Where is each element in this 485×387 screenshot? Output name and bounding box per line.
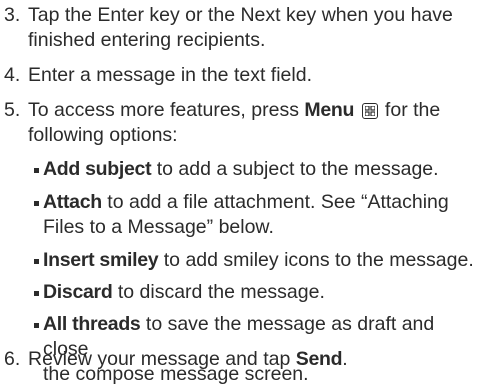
bullet-icon (34, 201, 39, 206)
step-number: 6. (4, 348, 21, 370)
list-item: Add subject to add a subject to the mess… (34, 157, 479, 182)
list-item: Attach to add a file attachment. See “At… (34, 190, 479, 240)
option-label: Discard (43, 281, 113, 303)
option-label: Add subject (43, 158, 152, 180)
step-5: 5. To access more features, press Menu f… (4, 98, 479, 148)
bullet-icon (34, 323, 39, 328)
step-4: 4. Enter a message in the text field. (4, 63, 479, 88)
step-text-line: Tap the Enter key or the Next key when y… (28, 4, 453, 26)
step-text-line: Review your message and tap Send. (28, 347, 479, 372)
step-3: 3. Tap the Enter key or the Next key whe… (4, 3, 479, 53)
step-text: Review your message and tap (28, 348, 296, 370)
step-text-line: Enter a message in the text field. (28, 64, 312, 86)
step-text: To access more features, press (28, 99, 305, 121)
bullet-icon (34, 259, 39, 264)
option-desc: to add a file attachment. See “Attaching (101, 191, 449, 213)
option-desc: to discard the message. (112, 281, 325, 303)
bullet-icon (34, 291, 39, 296)
option-desc-line: Files to a Message” below. (43, 216, 274, 238)
option-desc: to add a subject to the message. (151, 158, 439, 180)
step-number: 4. (4, 64, 21, 86)
menu-key-icon (361, 103, 378, 119)
list-item: Discard to discard the message. (34, 280, 479, 305)
list-item: Insert smiley to add smiley icons to the… (34, 248, 479, 273)
option-label: Insert smiley (43, 249, 159, 271)
menu-label: Menu (304, 99, 355, 121)
option-label: All threads (43, 313, 141, 335)
bullet-icon (34, 168, 39, 173)
option-desc: to add smiley icons to the message. (158, 249, 474, 271)
step-text-line: finished entering recipients. (28, 29, 266, 51)
step-number: 3. (4, 4, 21, 26)
step-text: for the (379, 99, 441, 121)
step-text-line: following options: (28, 124, 178, 146)
send-label: Send (295, 348, 343, 370)
step-number: 5. (4, 99, 21, 121)
step-6: 6. Review your message and tap Send. (4, 347, 479, 372)
option-label: Attach (43, 191, 102, 213)
step-text-line: To access more features, press Menu for … (28, 98, 479, 123)
document-page: 3. Tap the Enter key or the Next key whe… (0, 0, 485, 385)
step-text: . (342, 348, 348, 370)
